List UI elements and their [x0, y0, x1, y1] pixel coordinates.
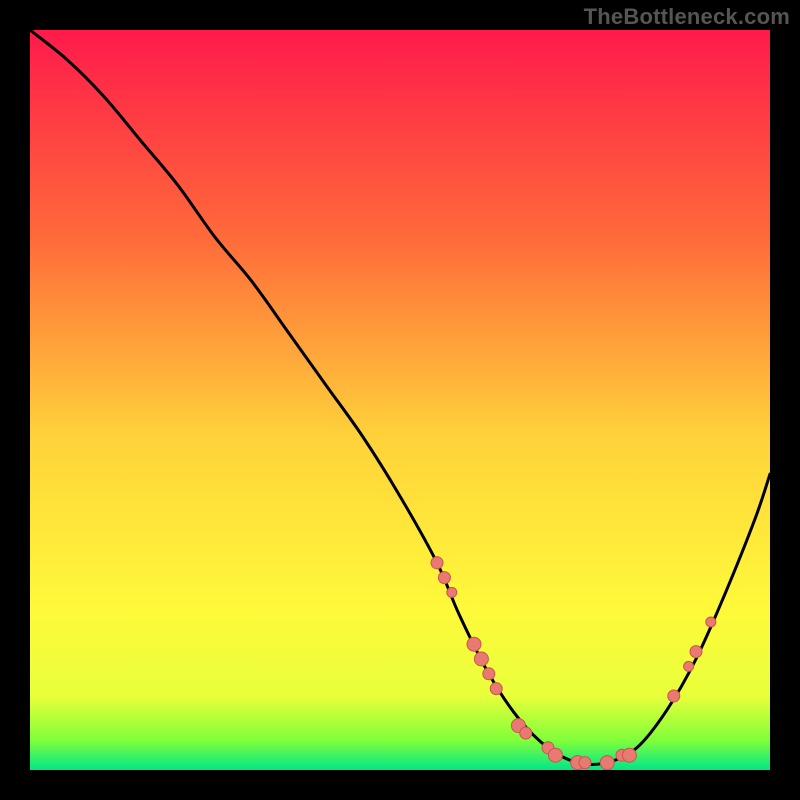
data-marker	[690, 646, 702, 658]
data-marker	[431, 557, 443, 569]
data-marker	[668, 690, 680, 702]
data-marker	[467, 637, 481, 651]
data-marker	[622, 748, 636, 762]
data-marker	[600, 756, 614, 770]
data-marker	[490, 683, 502, 695]
data-marker	[520, 727, 532, 739]
data-marker	[579, 757, 591, 769]
data-marker	[483, 668, 495, 680]
data-marker	[447, 587, 457, 597]
chart-container: TheBottleneck.com	[0, 0, 800, 800]
data-marker	[684, 661, 694, 671]
data-marker	[474, 652, 488, 666]
plot-area	[30, 30, 770, 770]
chart-svg	[30, 30, 770, 770]
data-marker	[706, 617, 716, 627]
watermark-text: TheBottleneck.com	[584, 4, 790, 30]
data-marker	[438, 572, 450, 584]
data-marker	[548, 748, 562, 762]
